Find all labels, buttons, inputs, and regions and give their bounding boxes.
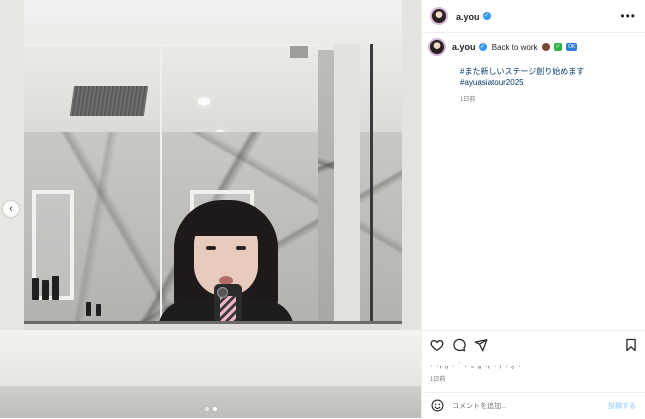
action-bar [422, 330, 645, 359]
emoji-button[interactable] [431, 399, 444, 412]
wall-panel [334, 44, 360, 321]
caption-avatar[interactable] [428, 38, 446, 56]
save-button[interactable] [624, 338, 638, 352]
like-button[interactable] [430, 338, 444, 352]
caption-author[interactable]: a.you [452, 42, 476, 52]
carousel-dot-active [212, 407, 217, 411]
bangs [190, 208, 262, 236]
phone-camera [217, 287, 228, 298]
caption-row: a.you ✓ Back to work ✓ OK [428, 38, 640, 56]
bottle [32, 278, 39, 300]
heart-icon [430, 339, 444, 352]
username: a.you [456, 12, 480, 22]
ceiling-light [198, 98, 210, 105]
glass-frame [24, 44, 324, 46]
comment-button[interactable] [452, 338, 466, 352]
verified-badge-icon: ✓ [482, 11, 491, 20]
caption-timestamp: 1日前 [460, 97, 476, 103]
caption-hashtags: #また新しいステージ創り始めます #ayuasiatour2025 [460, 66, 640, 88]
post-header: a.you ✓ ••• [422, 0, 645, 33]
ceiling-sensor [290, 44, 308, 58]
bottle [42, 280, 49, 300]
more-options-icon[interactable]: ••• [620, 9, 636, 23]
counter-edge [0, 386, 421, 418]
post-details-pane: a.you ✓ ••• a.you ✓ Back to work ✓ OK #また新… [421, 0, 645, 418]
brown-circle-emoji [541, 43, 550, 52]
comment-input[interactable] [452, 399, 602, 413]
avatar[interactable] [430, 7, 448, 25]
carousel-dot [204, 407, 209, 411]
username-link[interactable]: a.you ✓ [456, 7, 491, 25]
hashtag-link[interactable]: #また新しいステージ創り始めます [460, 66, 640, 77]
caption-text: a.you ✓ Back to work ✓ OK [452, 42, 578, 53]
blue-ok-emoji: OK [566, 43, 578, 52]
green-check-emoji: ✓ [554, 43, 563, 52]
person-reflection [158, 200, 294, 321]
ceiling-vent [69, 86, 149, 116]
send-icon [474, 339, 488, 352]
post-photo: ‹ [0, 0, 421, 418]
likes-summary[interactable]: · ·ᵣ ₒ · ˙ · ₌ ₐ ·ᵣ · ᵢ · ₒ · [430, 362, 521, 370]
caption-first-line: Back to work [491, 42, 538, 52]
share-button[interactable] [474, 338, 488, 352]
eye [206, 246, 216, 250]
eye [236, 246, 246, 250]
chevron-left-icon: ‹ [9, 203, 13, 215]
bottle [96, 304, 101, 316]
verified-badge-icon: ✓ [478, 43, 487, 52]
wall [0, 0, 24, 340]
phone-strap [220, 296, 236, 321]
smiley-icon [431, 399, 444, 412]
door-frame [370, 44, 373, 321]
wall [402, 0, 421, 340]
hashtag-link[interactable]: #ayuasiatour2025 [460, 77, 640, 88]
carousel-indicator [0, 407, 421, 411]
previous-image-button[interactable]: ‹ [3, 201, 19, 217]
mirror [24, 0, 402, 324]
bookmark-icon [626, 338, 636, 352]
post-comment-button[interactable]: 投稿する [608, 401, 636, 411]
comment-icon [453, 338, 466, 352]
post-timestamp[interactable]: 1日前 [430, 374, 445, 383]
bottle [86, 302, 91, 316]
caption: a.you ✓ Back to work ✓ OK #また新しいステージ創り始めま… [428, 38, 640, 103]
glass-frame [160, 44, 162, 321]
comment-bar: 投稿する [422, 392, 645, 419]
bottle [52, 276, 59, 300]
